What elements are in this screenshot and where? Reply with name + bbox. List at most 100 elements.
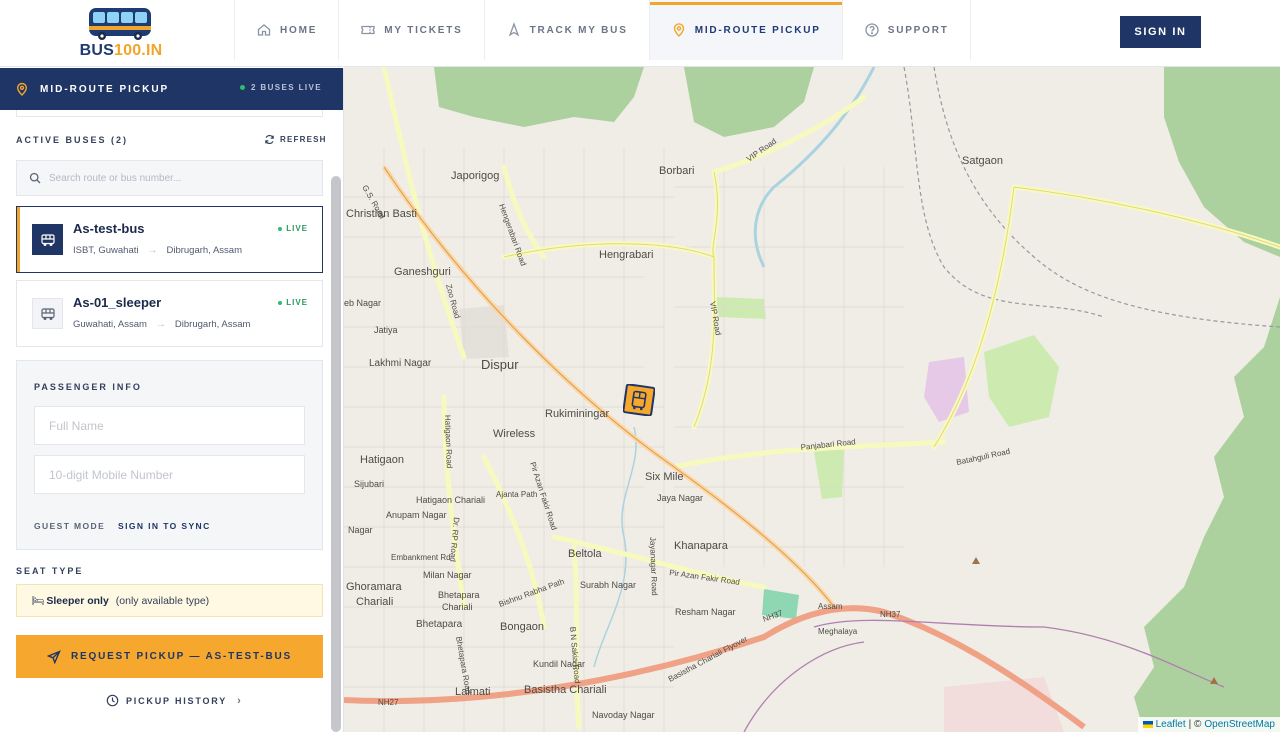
seat-type-label: SEAT TYPE bbox=[16, 566, 84, 576]
map-label: Bhetapara bbox=[416, 619, 463, 630]
live-status: 2 BUSES LIVE bbox=[239, 83, 322, 92]
map-label: Basistha Chariali bbox=[524, 684, 607, 696]
map-label: Hatigaon Chariali bbox=[416, 495, 485, 505]
sidebar-title: MID-ROUTE PICKUP bbox=[40, 83, 170, 95]
location-pin-icon bbox=[16, 82, 28, 96]
bus-icon bbox=[32, 298, 63, 329]
leaflet-link[interactable]: Leaflet bbox=[1156, 719, 1186, 730]
navigation-icon bbox=[506, 22, 522, 38]
map-label: Bongaon bbox=[500, 621, 544, 633]
map-label: Ajanta Path bbox=[496, 490, 537, 499]
map-label: Navoday Nagar bbox=[592, 710, 655, 720]
bus-name: As-01_sleeper bbox=[73, 295, 162, 310]
request-pickup-label: REQUEST PICKUP — AS-TEST-BUS bbox=[71, 651, 292, 662]
nav-tab-label: HOME bbox=[280, 24, 318, 36]
map-label: B N Sakia Road bbox=[568, 626, 582, 683]
bus-card-as-test-bus[interactable]: As-test-bus ISBT, Guwahati → Dibrugarh, … bbox=[16, 206, 323, 273]
full-name-input[interactable] bbox=[49, 418, 289, 433]
refresh-label: REFRESH bbox=[280, 135, 327, 144]
nav-tab-label: TRACK MY BUS bbox=[529, 24, 628, 36]
chevron-right-icon: › bbox=[237, 694, 243, 707]
collapsed-panel-edge bbox=[16, 110, 323, 117]
map-label: Surabh Nagar bbox=[580, 580, 636, 590]
bus-card-as-01-sleeper[interactable]: As-01_sleeper Guwahati, Assam → Dibrugar… bbox=[16, 280, 323, 347]
map-label: Bhetapara bbox=[438, 590, 480, 600]
map-label: Basistha Chariali Flyover bbox=[667, 634, 750, 684]
map-label: Meghalaya bbox=[818, 627, 858, 636]
route-from: Guwahati, Assam bbox=[73, 319, 147, 330]
brand-logo[interactable]: BUS100.IN bbox=[76, 5, 166, 61]
map-label: Hatigaon bbox=[360, 454, 404, 466]
send-icon bbox=[47, 649, 61, 664]
nav-tab-home[interactable]: HOME bbox=[234, 0, 338, 60]
nav-tab-support[interactable]: SUPPORT bbox=[841, 0, 971, 60]
bus-search-box[interactable] bbox=[16, 160, 323, 196]
sidebar-header: MID-ROUTE PICKUP 2 BUSES LIVE bbox=[0, 68, 343, 110]
ticket-icon bbox=[360, 22, 376, 38]
search-icon bbox=[29, 172, 41, 184]
map-label: Assam bbox=[818, 602, 843, 611]
ukraine-flag-icon bbox=[1142, 721, 1153, 728]
sign-in-to-sync-link[interactable]: SIGN IN TO SYNC bbox=[118, 521, 211, 531]
openstreetmap-link[interactable]: OpenStreetMap bbox=[1204, 719, 1275, 730]
map-label: Sijubari bbox=[354, 479, 384, 489]
map-view[interactable]: Japorigog Borbari Satgaon Christian Bast… bbox=[344, 67, 1280, 732]
home-icon bbox=[256, 22, 272, 38]
map-label: Jaya Nagar bbox=[657, 493, 703, 503]
seat-type-value: Sleeper only bbox=[46, 594, 109, 607]
bus-marker-icon bbox=[622, 383, 656, 417]
map-label: Chariali bbox=[356, 596, 393, 608]
bus-live-badge: LIVE bbox=[278, 224, 308, 233]
map-label: Pir Azan Fakir Road bbox=[669, 568, 741, 587]
map-label: Jatiya bbox=[374, 325, 398, 335]
bus-status: LIVE bbox=[286, 298, 308, 307]
request-pickup-button[interactable]: REQUEST PICKUP — AS-TEST-BUS bbox=[16, 635, 323, 678]
route-from: ISBT, Guwahati bbox=[73, 245, 139, 256]
map-tiles: Japorigog Borbari Satgaon Christian Bast… bbox=[344, 67, 1280, 732]
map-label: Khanapara bbox=[674, 540, 729, 552]
map-label: Chariali bbox=[442, 602, 473, 612]
attribution-separator: | © bbox=[1188, 719, 1202, 730]
nav-tab-label: SUPPORT bbox=[887, 24, 949, 36]
live-dot-icon bbox=[278, 300, 283, 305]
arrow-right-icon: → bbox=[147, 245, 158, 256]
bus-live-badge: LIVE bbox=[278, 298, 308, 307]
guest-mode-label: GUEST MODE bbox=[34, 521, 106, 531]
brand-name: BUS100.IN bbox=[79, 42, 163, 59]
map-label: Hatigaon Road bbox=[443, 415, 454, 469]
top-nav: BUS100.IN HOME MY TICKETS TRACK MY BUS M… bbox=[0, 0, 1280, 67]
map-label: Japorigog bbox=[451, 170, 499, 182]
sidebar-scrollbar[interactable] bbox=[331, 176, 341, 732]
live-dot-icon bbox=[239, 85, 245, 90]
map-label: Dispur bbox=[481, 357, 519, 372]
bus-location-marker[interactable] bbox=[622, 383, 656, 417]
refresh-icon bbox=[265, 134, 274, 145]
full-name-field[interactable] bbox=[34, 406, 305, 445]
bus-status: LIVE bbox=[286, 224, 308, 233]
map-label: Milan Nagar bbox=[423, 570, 472, 580]
mobile-number-field[interactable] bbox=[34, 455, 305, 494]
bed-icon: 🛏 bbox=[31, 595, 45, 607]
refresh-button[interactable]: REFRESH bbox=[264, 134, 327, 145]
mobile-number-input[interactable] bbox=[49, 467, 289, 482]
pickup-history-link[interactable]: PICKUP HISTORY › bbox=[106, 694, 243, 707]
bus-search-input[interactable] bbox=[49, 172, 309, 184]
map-label: Nagar bbox=[348, 525, 373, 535]
help-circle-icon bbox=[864, 22, 880, 38]
map-label: Anupam Nagar bbox=[386, 510, 447, 520]
route-to: Dibrugarh, Assam bbox=[174, 319, 251, 330]
pickup-history-label: PICKUP HISTORY bbox=[126, 695, 228, 706]
nav-tab-mid-route-pickup[interactable]: MID-ROUTE PICKUP bbox=[648, 0, 842, 60]
nav-tab-my-tickets[interactable]: MY TICKETS bbox=[338, 0, 483, 60]
map-label: Six Mile bbox=[645, 471, 684, 483]
bus-logo-icon bbox=[89, 8, 151, 40]
nav-tab-track-my-bus[interactable]: TRACK MY BUS bbox=[483, 0, 649, 60]
sign-in-button[interactable]: SIGN IN bbox=[1120, 16, 1201, 48]
map-label: Hengrabari bbox=[599, 249, 653, 261]
map-label: Ghoramara bbox=[346, 581, 403, 593]
bus-route: Guwahati, Assam → Dibrugarh, Assam bbox=[73, 319, 250, 330]
map-label: Batahguli Road bbox=[956, 447, 1011, 467]
map-label: eb Nagar bbox=[344, 298, 381, 308]
map-label: NH37 bbox=[880, 610, 901, 619]
map-label: NH27 bbox=[378, 698, 399, 707]
